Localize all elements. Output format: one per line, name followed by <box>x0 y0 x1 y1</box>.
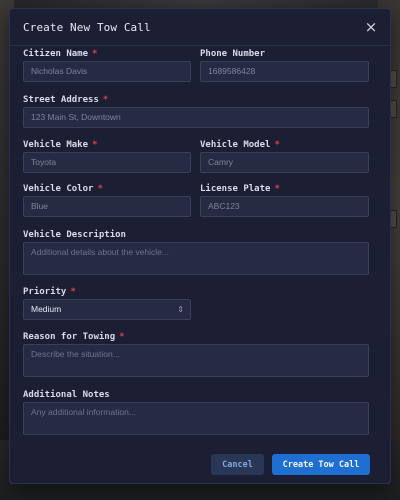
phone-number-input[interactable]: 1689586428 <box>200 61 369 82</box>
required-marker: * <box>70 287 76 297</box>
phone-number-field: Phone Number 1689586428 <box>200 48 369 84</box>
required-marker: * <box>102 95 109 105</box>
priority-select[interactable]: Medium ⇕ <box>23 299 191 320</box>
vehicle-make-label: Vehicle Make <box>23 140 89 150</box>
create-tow-call-button[interactable]: Create Tow Call <box>272 454 370 475</box>
additional-notes-field: Additional Notes Any additional informat… <box>23 389 369 436</box>
additional-notes-label: Additional Notes <box>23 390 110 400</box>
vehicle-make-input[interactable]: Toyota <box>23 152 191 173</box>
reason-for-towing-label: Reason for Towing <box>23 332 116 342</box>
close-icon[interactable]: × <box>362 18 380 36</box>
modal-title: Create New Tow Call <box>23 21 151 34</box>
street-address-input[interactable]: 123 Main St, Downtown <box>23 107 369 128</box>
vehicle-model-input[interactable]: Camry <box>200 152 369 173</box>
priority-label: Priority <box>23 287 67 297</box>
required-marker: * <box>97 184 103 194</box>
vehicle-description-label: Vehicle Description <box>23 230 126 240</box>
reason-for-towing-field: Reason for Towing * Describe the situatio… <box>23 331 369 378</box>
reason-for-towing-textarea[interactable]: Describe the situation... <box>23 344 369 377</box>
cancel-button[interactable]: Cancel <box>211 454 264 475</box>
vehicle-description-field: Vehicle Description Additional details a… <box>23 229 369 276</box>
required-marker: * <box>119 332 125 342</box>
vehicle-model-field: Vehicle Model * Camry <box>200 139 369 175</box>
required-marker: * <box>274 140 280 150</box>
chevron-updown-icon: ⇕ <box>177 305 184 314</box>
citizen-name-input[interactable]: Nicholas Davis <box>23 61 191 82</box>
street-address-field: Street Address * 123 Main St, Downtown <box>23 94 369 130</box>
vehicle-color-input[interactable]: Blue <box>23 196 191 217</box>
license-plate-label: License Plate <box>200 184 271 194</box>
modal-header: Create New Tow Call × <box>10 9 390 46</box>
priority-selected-value: Medium <box>31 304 62 314</box>
vehicle-model-label: Vehicle Model <box>200 140 271 150</box>
vehicle-color-label: Vehicle Color <box>23 184 94 194</box>
phone-number-label: Phone Number <box>200 49 266 59</box>
create-tow-call-modal: Create New Tow Call × Citizen Name * Nich… <box>9 8 391 484</box>
additional-notes-textarea[interactable]: Any additional information... <box>23 402 369 435</box>
vehicle-make-field: Vehicle Make * Toyota <box>23 139 191 175</box>
license-plate-input[interactable]: ABC123 <box>200 196 369 217</box>
citizen-name-field: Citizen Name * Nicholas Davis <box>23 48 191 84</box>
priority-field: Priority * Medium ⇕ <box>23 286 191 322</box>
required-marker: * <box>92 140 98 150</box>
required-marker: * <box>274 184 280 194</box>
citizen-name-label: Citizen Name <box>23 49 89 59</box>
vehicle-description-textarea[interactable]: Additional details about the vehicle... <box>23 242 369 275</box>
vehicle-color-field: Vehicle Color * Blue <box>23 183 191 219</box>
license-plate-field: License Plate * ABC123 <box>200 183 369 219</box>
required-marker: * <box>92 49 98 59</box>
street-address-label: Street Address <box>23 95 99 105</box>
